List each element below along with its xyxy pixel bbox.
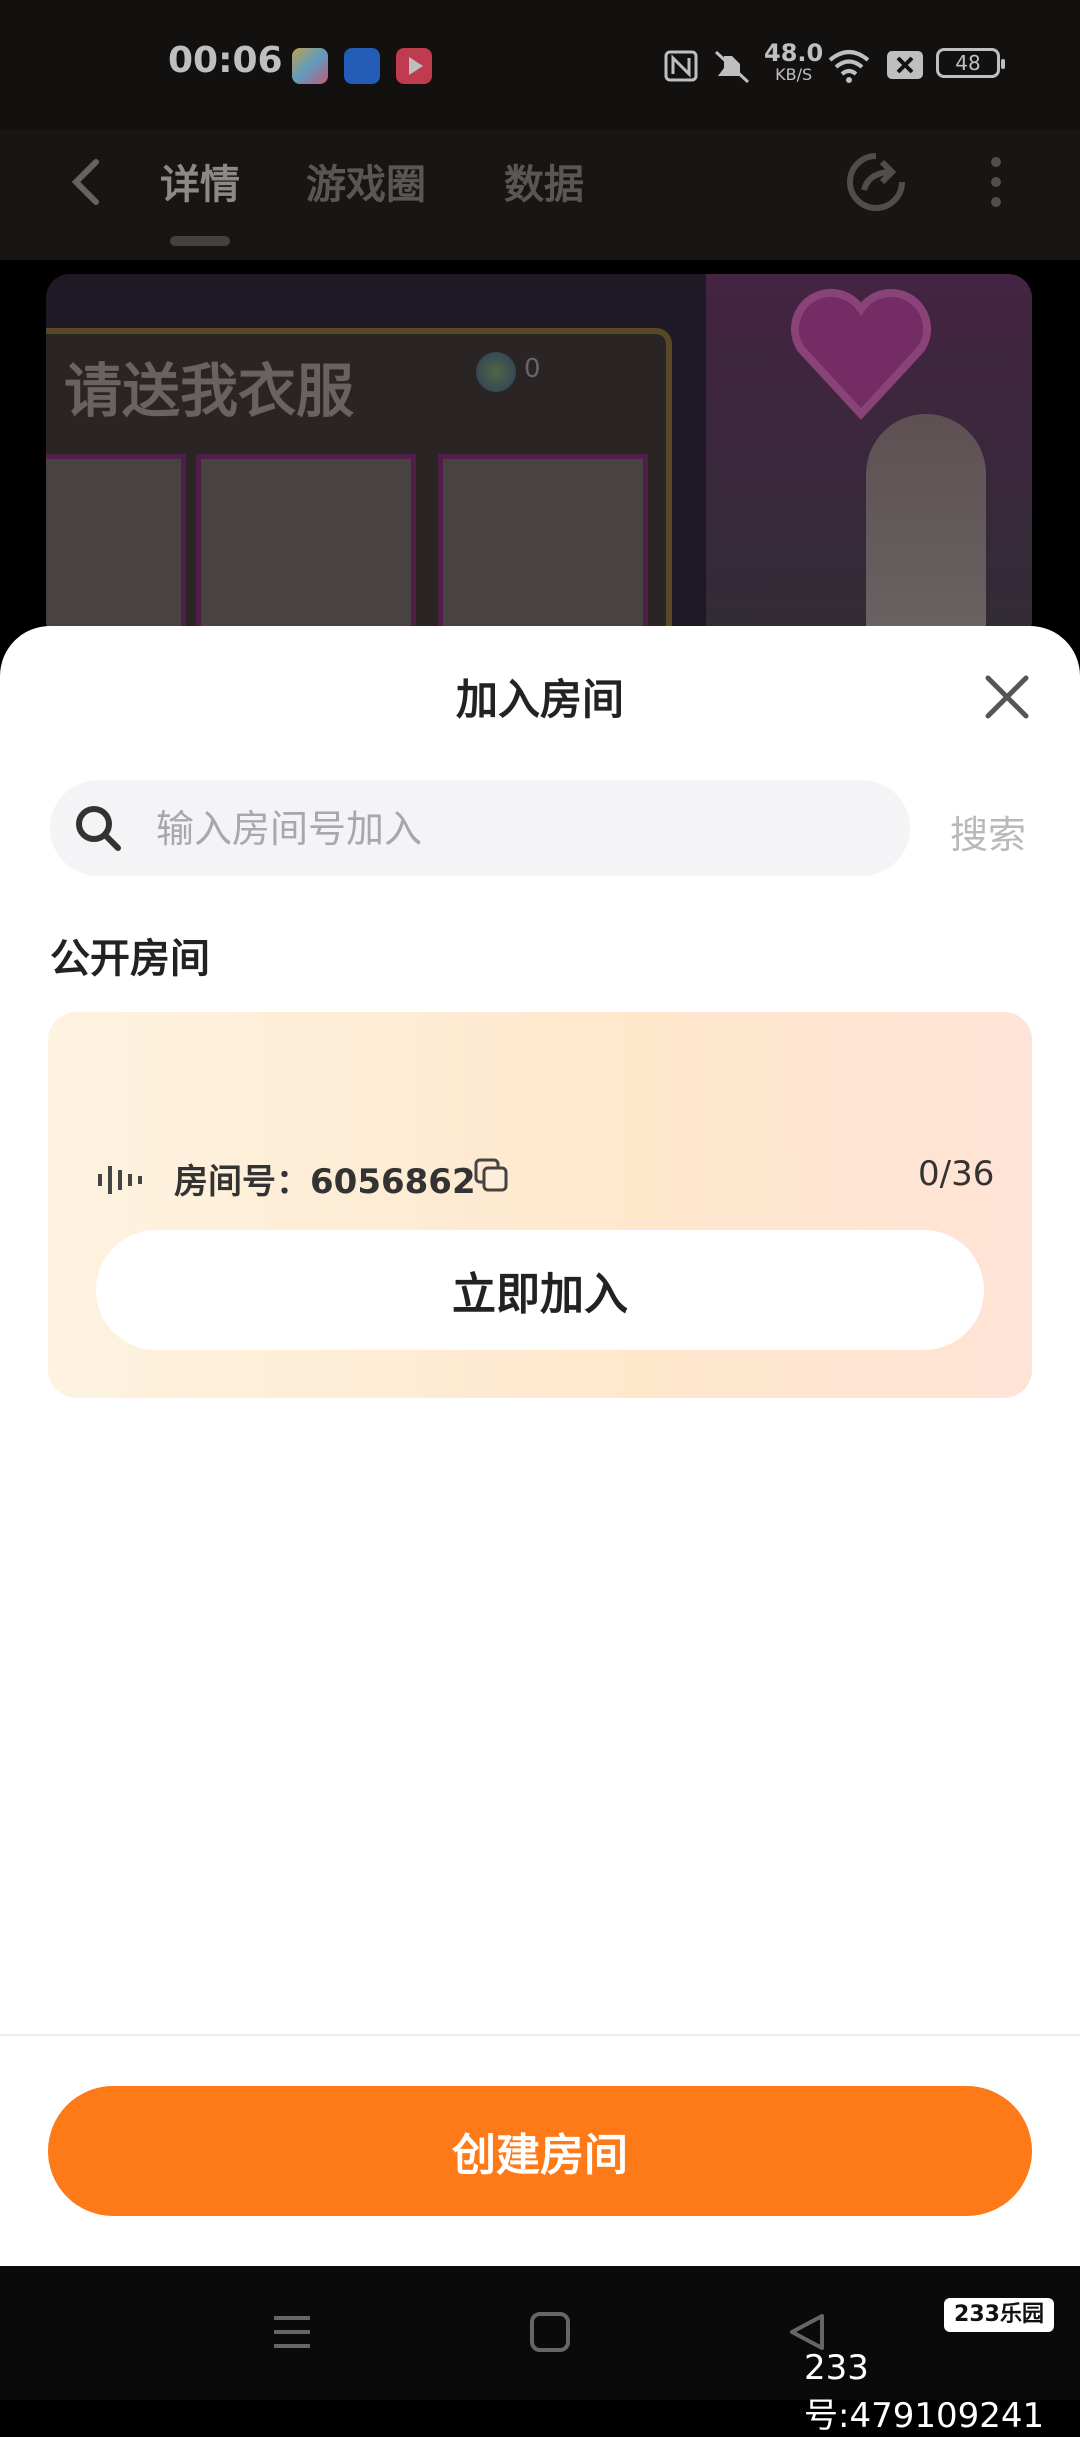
create-room-button[interactable]: 创建房间 (48, 2086, 1032, 2216)
room-member-count: 0/36 (918, 1154, 995, 1194)
search-icon (72, 802, 124, 854)
room-number-input[interactable] (154, 780, 878, 878)
system-navigation-bar: 233乐园 233号:479109241 (0, 2266, 1080, 2436)
sheet-title: 加入房间 (455, 675, 624, 724)
voice-wave-icon (96, 1160, 146, 1200)
watermark-badge: 233乐园 (944, 2298, 1054, 2332)
join-now-button[interactable]: 立即加入 (96, 1230, 984, 1350)
watermark-text: 233号:479109241 (804, 2348, 1045, 2436)
search-button[interactable]: 搜索 (950, 804, 1026, 859)
public-rooms-title: 公开房间 (50, 936, 210, 982)
room-number-label: 房间号：6056862 (174, 1162, 476, 1202)
background-dim-overlay (0, 0, 1080, 640)
divider (0, 2034, 1080, 2036)
room-card: 房间号：6056862 0/36 立即加入 (48, 1012, 1032, 1398)
search-box (50, 780, 910, 878)
copy-icon[interactable] (472, 1156, 510, 1194)
join-room-sheet: 加入房间 搜索 公开房间 房间号：6056862 0/36 立即加入 创建房间 (0, 626, 1080, 2266)
menu-icon[interactable] (270, 2310, 314, 2354)
home-icon[interactable] (528, 2310, 572, 2354)
close-icon[interactable] (982, 672, 1032, 722)
